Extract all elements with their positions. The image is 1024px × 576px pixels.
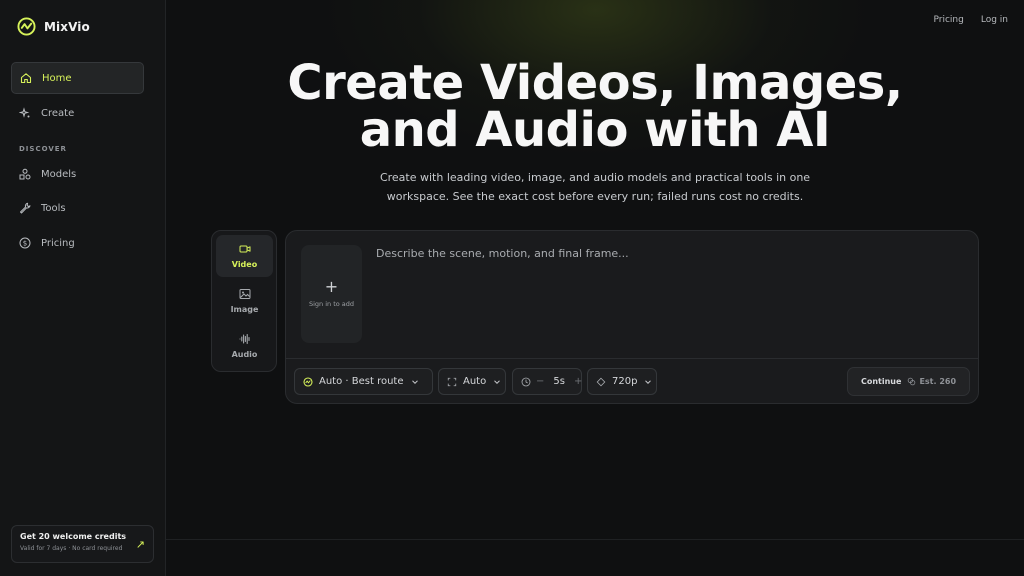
sidebar-item-home[interactable]: Home bbox=[11, 62, 144, 94]
bottom-divider bbox=[166, 539, 1024, 540]
sidebar-item-pricing[interactable]: $ Pricing bbox=[11, 227, 144, 259]
sidebar-item-label: Home bbox=[42, 72, 72, 84]
sidebar-item-create[interactable]: Create bbox=[11, 97, 144, 129]
duration-decrement-button[interactable]: − bbox=[536, 376, 544, 387]
plus-icon: + bbox=[324, 277, 339, 296]
mode-audio[interactable]: Audio bbox=[216, 325, 273, 367]
add-reference-label: Sign in to add bbox=[308, 300, 355, 308]
chevron-down-icon bbox=[645, 379, 652, 384]
sparkle-icon bbox=[19, 107, 30, 118]
credits-title: Get 20 welcome credits bbox=[20, 532, 127, 541]
sidebar-item-label: Tools bbox=[41, 202, 66, 214]
cost-estimate: Est. 260 bbox=[907, 377, 956, 386]
brand[interactable]: MixVio bbox=[17, 17, 90, 36]
model-select[interactable]: Auto · Best route bbox=[294, 368, 433, 395]
mode-selector: Video Image Audio bbox=[211, 230, 277, 372]
image-icon bbox=[239, 289, 250, 299]
sidebar-item-label: Create bbox=[41, 107, 75, 119]
duration-increment-button[interactable]: + bbox=[574, 376, 582, 387]
sidebar-section-discover: DISCOVER bbox=[19, 145, 67, 153]
wrench-icon bbox=[20, 202, 31, 214]
aspect-select-value: Auto bbox=[463, 376, 487, 387]
prompt-composer: + Sign in to add Auto · Best route Auto … bbox=[285, 230, 979, 404]
svg-text:$: $ bbox=[23, 240, 27, 248]
coins-icon bbox=[908, 377, 916, 386]
hero-title-line2: and Audio with AI bbox=[359, 102, 831, 158]
chevron-down-icon bbox=[411, 379, 418, 384]
top-nav: Pricing Log in bbox=[934, 15, 1008, 25]
mode-label: Image bbox=[230, 305, 259, 314]
waveform-icon bbox=[238, 333, 250, 345]
video-icon bbox=[239, 245, 250, 253]
mode-image[interactable]: Image bbox=[216, 280, 273, 322]
model-select-value: Auto · Best route bbox=[319, 376, 404, 387]
duration-value: 5s bbox=[553, 376, 565, 387]
mixvio-logo-icon bbox=[17, 17, 36, 36]
sidebar-item-label: Models bbox=[41, 168, 77, 180]
composer-divider bbox=[286, 358, 978, 359]
resolution-select-value: 720p bbox=[612, 376, 638, 387]
add-reference-tile[interactable]: + Sign in to add bbox=[301, 245, 362, 343]
arrow-up-right-icon: ↗ bbox=[135, 538, 145, 551]
continue-button[interactable]: Continue Est. 260 bbox=[847, 367, 970, 396]
continue-label: Continue bbox=[860, 377, 902, 386]
mode-label: Audio bbox=[231, 350, 258, 359]
estimate-value: Est. 260 bbox=[919, 377, 957, 386]
sidebar-item-label: Pricing bbox=[41, 237, 75, 249]
sidebar-item-models[interactable]: Models bbox=[11, 158, 144, 190]
diamond-icon bbox=[596, 377, 606, 386]
main-content: Pricing Log in Create Videos, Images, an… bbox=[166, 0, 1024, 576]
mode-label: Video bbox=[231, 260, 258, 269]
brand-name: MixVio bbox=[44, 19, 90, 34]
mode-video[interactable]: Video bbox=[216, 235, 273, 277]
hero-subtitle: Create with leading video, image, and au… bbox=[379, 171, 811, 203]
dollar-icon: $ bbox=[19, 237, 31, 249]
resolution-select[interactable]: 720p bbox=[587, 368, 657, 395]
duration-stepper[interactable]: − 5s + bbox=[512, 368, 582, 395]
credits-subtitle: Valid for 7 days · No card required bbox=[20, 545, 123, 552]
shapes-icon bbox=[19, 168, 31, 180]
home-icon bbox=[20, 73, 32, 84]
mixvio-route-icon bbox=[303, 376, 313, 387]
chevron-down-icon bbox=[494, 379, 501, 384]
welcome-credits-card[interactable]: Get 20 welcome credits Valid for 7 days … bbox=[11, 525, 154, 563]
pricing-link[interactable]: Pricing bbox=[934, 15, 964, 25]
sidebar: MixVio Home Create DISCOVER Models Tools… bbox=[0, 0, 166, 576]
sidebar-item-tools[interactable]: Tools bbox=[11, 192, 144, 224]
aspect-select[interactable]: Auto bbox=[438, 368, 506, 395]
login-link[interactable]: Log in bbox=[981, 15, 1008, 25]
expand-icon bbox=[447, 377, 457, 386]
hero-title: Create Videos, Images, and Audio with AI bbox=[166, 59, 1024, 154]
clock-icon bbox=[521, 377, 531, 386]
prompt-input[interactable] bbox=[376, 247, 936, 260]
